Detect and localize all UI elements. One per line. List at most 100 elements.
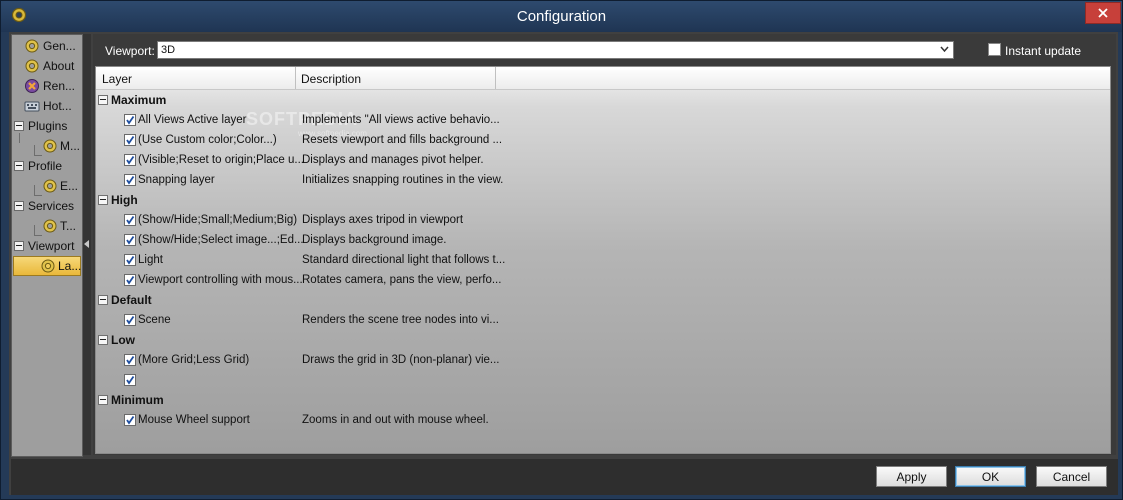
group-title: Default (111, 293, 152, 307)
sidebar-item-general[interactable]: Gen... (24, 37, 82, 55)
layer-checkbox[interactable] (124, 114, 136, 126)
gear-icon (25, 59, 39, 73)
table-row[interactable]: Light Standard directional light that fo… (96, 250, 1110, 270)
checkmark-icon (126, 155, 135, 165)
table-row[interactable]: (Show/Hide;Small;Medium;Big) Displays ax… (96, 210, 1110, 230)
collapse-icon[interactable] (98, 335, 108, 345)
sidebar-item-hotkeys[interactable]: Hot... (24, 97, 82, 115)
table-row[interactable]: Mouse Wheel support Zooms in and out wit… (96, 410, 1110, 430)
collapse-icon[interactable] (14, 241, 24, 251)
gear-icon (25, 39, 39, 53)
checkmark-icon (126, 175, 135, 185)
table-row[interactable]: All Views Active layer Implements "All v… (96, 110, 1110, 130)
layer-checkbox[interactable] (124, 254, 136, 266)
column-header-description[interactable]: Description (301, 72, 361, 86)
layers-table: Layer Description SOFTPEDIA www.softpedi… (95, 66, 1111, 454)
layer-checkbox[interactable] (124, 314, 136, 326)
layer-checkbox[interactable] (124, 274, 136, 286)
sidebar-item-label: Services (28, 199, 75, 213)
viewport-label: Viewport: (105, 44, 155, 58)
checkmark-icon (126, 355, 135, 365)
window-title: Configuration (516, 8, 607, 25)
dialog-footer: Apply OK Cancel (11, 459, 1118, 495)
sidebar-item-layers[interactable]: La... (13, 256, 81, 276)
group-header-maximum[interactable]: Maximum (96, 90, 1110, 110)
render-icon (25, 79, 39, 93)
sidebar-item-profile-child[interactable]: E... (42, 177, 82, 195)
configuration-window: Configuration Gen... About Ren... Hot...… (0, 0, 1123, 500)
table-row[interactable]: (Use Custom color;Color...) Resets viewp… (96, 130, 1110, 150)
instant-update-checkbox[interactable] (988, 43, 1001, 56)
collapse-icon[interactable] (98, 95, 108, 105)
layer-description: Displays background image. (302, 234, 447, 246)
layer-checkbox[interactable] (124, 174, 136, 186)
layer-name: (More Grid;Less Grid) (138, 354, 250, 366)
sidebar-item-about[interactable]: About (24, 57, 82, 75)
layer-name: Snapping layer (138, 174, 215, 186)
title-bar: Configuration (1, 1, 1122, 32)
column-header-layer[interactable]: Layer (102, 72, 132, 86)
layer-name: Scene (138, 314, 171, 326)
panel-splitter[interactable] (83, 34, 91, 455)
checkmark-icon (126, 235, 135, 245)
group-title: Maximum (111, 93, 167, 107)
viewport-select[interactable]: 3D (157, 41, 954, 59)
group-header-minimum[interactable]: Minimum (96, 390, 1110, 410)
close-button[interactable] (1085, 2, 1121, 24)
gear-icon (41, 259, 55, 273)
group-header-default[interactable]: Default (96, 290, 1110, 310)
layer-checkbox[interactable] (124, 414, 136, 426)
group-title: Low (111, 333, 135, 347)
sidebar-item-viewport[interactable]: Viewport (14, 237, 80, 255)
chevron-down-icon (940, 46, 949, 53)
settings-tree: Gen... About Ren... Hot... Plugins M... (11, 34, 83, 457)
layer-checkbox[interactable] (124, 354, 136, 366)
checkmark-icon (126, 215, 135, 225)
table-row[interactable]: Viewport controlling with mous... Rotate… (96, 270, 1110, 290)
checkmark-icon (126, 135, 135, 145)
sidebar-item-services[interactable]: Services (14, 197, 80, 215)
collapse-icon[interactable] (14, 121, 24, 131)
sidebar-item-label: Profile (28, 159, 63, 173)
layer-description: Standard directional light that follows … (302, 254, 506, 266)
table-row[interactable]: (More Grid;Less Grid) Draws the grid in … (96, 350, 1110, 370)
sidebar-item-label: La... (58, 259, 82, 273)
layer-description: Renders the scene tree nodes into vi... (302, 314, 499, 326)
keyboard-icon (24, 101, 40, 112)
cancel-button[interactable]: Cancel (1036, 466, 1107, 487)
layer-checkbox[interactable] (124, 374, 136, 386)
sidebar-item-label: E... (60, 179, 79, 193)
layer-checkbox[interactable] (124, 134, 136, 146)
layer-description: Rotates camera, pans the view, perfo... (302, 274, 502, 286)
apply-button[interactable]: Apply (876, 466, 947, 487)
dialog-body: Gen... About Ren... Hot... Plugins M... (9, 32, 1118, 495)
table-row[interactable]: Scene Renders the scene tree nodes into … (96, 310, 1110, 330)
table-row[interactable] (96, 370, 1110, 390)
layer-name: All Views Active layer (138, 114, 247, 126)
table-row[interactable]: (Visible;Reset to origin;Place u... Disp… (96, 150, 1110, 170)
sidebar-item-services-child[interactable]: T... (42, 217, 82, 235)
table-row[interactable]: Snapping layer Initializes snapping rout… (96, 170, 1110, 190)
sidebar-item-plugins[interactable]: Plugins (14, 117, 80, 135)
table-row[interactable]: (Show/Hide;Select image...;Ed... Display… (96, 230, 1110, 250)
layer-checkbox[interactable] (124, 214, 136, 226)
layer-checkbox[interactable] (124, 154, 136, 166)
collapse-icon[interactable] (98, 295, 108, 305)
sidebar-item-render[interactable]: Ren... (24, 77, 82, 95)
layer-checkbox[interactable] (124, 234, 136, 246)
sidebar-item-plugins-child[interactable]: M... (42, 137, 82, 155)
sidebar-item-profile[interactable]: Profile (14, 157, 80, 175)
collapse-icon[interactable] (14, 201, 24, 211)
ok-button[interactable]: OK (955, 466, 1026, 487)
checkmark-icon (126, 275, 135, 285)
collapse-icon[interactable] (14, 161, 24, 171)
sidebar-item-label: Viewport (28, 239, 75, 253)
viewport-select-value: 3D (161, 44, 176, 56)
group-header-low[interactable]: Low (96, 330, 1110, 350)
collapse-icon[interactable] (98, 195, 108, 205)
collapse-arrow-icon[interactable] (84, 240, 89, 248)
layer-name: (Show/Hide;Select image...;Ed... (138, 234, 304, 246)
collapse-icon[interactable] (98, 395, 108, 405)
checkmark-icon (126, 255, 135, 265)
group-header-high[interactable]: High (96, 190, 1110, 210)
